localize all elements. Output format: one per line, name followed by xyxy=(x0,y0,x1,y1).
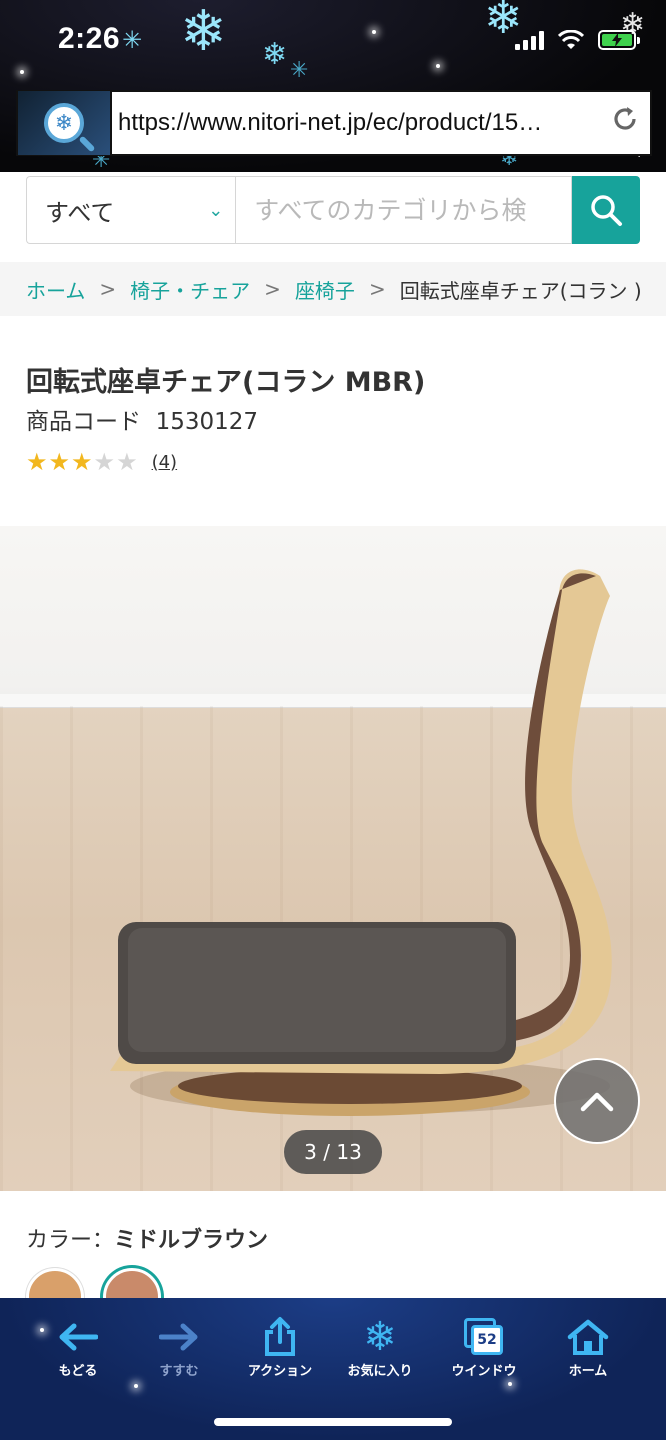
toolbar-windows-label: ウインドウ xyxy=(451,1364,517,1379)
sparkle-decoration xyxy=(372,30,376,34)
color-label: カラー： xyxy=(26,1228,115,1253)
toolbar-action-label: アクション xyxy=(247,1364,313,1379)
reload-icon[interactable] xyxy=(600,104,650,142)
star-empty-icon: ★ xyxy=(93,448,116,476)
snowflake-decoration: ✳ xyxy=(122,26,143,54)
breadcrumb-current: 回転式座卓チェア(コラン ) xyxy=(399,278,642,303)
toolbar-forward-button[interactable]: すすむ xyxy=(129,1316,229,1379)
snowflake-decoration: ❄ xyxy=(180,0,227,64)
breadcrumb-chairs[interactable]: 椅子・チェア xyxy=(130,275,250,304)
home-icon xyxy=(567,1319,609,1355)
product-title: 回転式座卓チェア(コラン MBR) xyxy=(26,367,426,398)
breadcrumb-floor-chairs[interactable]: 座椅子 xyxy=(295,275,355,304)
sparkle-decoration xyxy=(508,1382,512,1386)
snowflake-decoration: ❄ xyxy=(262,37,288,72)
windows-icon: 52 xyxy=(464,1318,504,1356)
magnifier-snowflake-icon: ❄ xyxy=(44,103,84,143)
share-icon xyxy=(265,1317,295,1356)
toolbar-back-button[interactable]: もどる xyxy=(28,1316,128,1379)
browser-chrome: ❄ ❄ ✳ ✳ ❄ ❄ ❄ ✳ ❄ 2:26 ❄ https://www.nit… xyxy=(0,0,666,172)
star-empty-icon: ★ xyxy=(116,448,138,476)
breadcrumb-separator: > xyxy=(99,277,117,301)
toolbar-action-button[interactable]: アクション xyxy=(230,1316,330,1379)
browser-logo[interactable]: ❄ xyxy=(18,91,112,155)
search-row: すべて ⌄ xyxy=(26,176,640,244)
toolbar-forward-label: すすむ xyxy=(159,1364,199,1379)
snowflake-icon: ❄ xyxy=(363,1314,397,1360)
snowflake-decoration: ✳ xyxy=(290,58,309,83)
arrow-left-icon xyxy=(59,1323,98,1351)
battery-icon xyxy=(598,30,640,50)
star-filled-icon: ★ xyxy=(26,448,48,476)
scroll-to-top-button[interactable] xyxy=(554,1058,640,1144)
address-bar[interactable]: ❄ https://www.nitori-net.jp/ec/product/1… xyxy=(16,90,652,156)
cellular-signal-icon xyxy=(515,30,544,50)
color-selector: カラー：ミドルブラウン xyxy=(26,1222,268,1254)
product-code-label: 商品コード xyxy=(26,409,141,435)
sparkle-decoration xyxy=(134,1384,138,1388)
chevron-up-icon xyxy=(580,1092,614,1112)
breadcrumb-separator: > xyxy=(264,277,281,301)
search-input[interactable] xyxy=(235,176,573,244)
chevron-down-icon: ⌄ xyxy=(208,199,224,221)
rating: ★ ★ ★ ★ ★ (4) xyxy=(26,450,177,474)
breadcrumb: ホーム > 椅子・チェア > 座椅子 > 回転式座卓チェア(コラン ) xyxy=(0,262,666,316)
url-text[interactable]: https://www.nitori-net.jp/ec/product/15… xyxy=(112,109,600,137)
breadcrumb-separator: > xyxy=(368,277,386,301)
toolbar-back-label: もどる xyxy=(58,1364,98,1379)
toolbar-home-label: ホーム xyxy=(568,1364,608,1379)
breadcrumb-home[interactable]: ホーム xyxy=(26,275,85,304)
product-code-value: 1530127 xyxy=(155,409,259,435)
star-filled-icon: ★ xyxy=(71,448,93,476)
status-time: 2:26 xyxy=(58,22,121,55)
toolbar-windows-button[interactable]: 52 ウインドウ xyxy=(434,1316,534,1379)
search-button[interactable] xyxy=(572,176,640,244)
toolbar-favorites-button[interactable]: ❄ お気に入り xyxy=(330,1314,430,1379)
search-icon xyxy=(591,195,623,226)
sparkle-decoration xyxy=(20,70,24,74)
wifi-icon xyxy=(558,30,584,49)
star-rating: ★ ★ ★ ★ ★ xyxy=(26,450,138,474)
category-selected-label: すべて xyxy=(45,198,115,227)
window-count: 52 xyxy=(471,1325,503,1355)
toolbar-favorites-label: お気に入り xyxy=(347,1364,413,1379)
sparkle-decoration xyxy=(436,64,440,68)
arrow-right-icon xyxy=(159,1323,198,1351)
status-icons xyxy=(515,30,640,50)
star-filled-icon: ★ xyxy=(48,448,71,476)
product-code: 商品コード 1530127 xyxy=(26,402,258,436)
image-counter: 3 / 13 xyxy=(284,1130,382,1174)
toolbar-home-button[interactable]: ホーム xyxy=(538,1316,638,1379)
home-indicator[interactable] xyxy=(214,1418,452,1426)
review-count-link[interactable]: (4) xyxy=(152,452,178,473)
category-select[interactable]: すべて ⌄ xyxy=(26,176,236,244)
color-value: ミドルブラウン xyxy=(114,1228,269,1253)
